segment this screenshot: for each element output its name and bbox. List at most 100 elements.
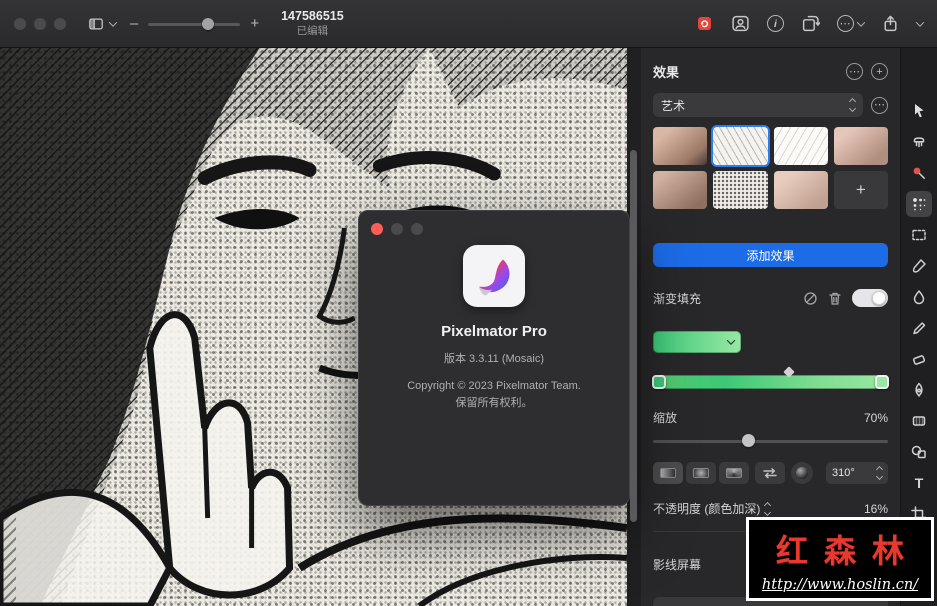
stepper-chevrons-icon[interactable]	[875, 465, 884, 481]
pixelmator-app-icon	[463, 245, 525, 307]
app-name: Pixelmator Pro	[441, 323, 547, 340]
canvas-edge-hatching	[0, 48, 16, 606]
zoom-slider-knob[interactable]	[201, 17, 214, 30]
scale-slider[interactable]	[653, 434, 888, 448]
color-proof-button[interactable]	[695, 14, 714, 33]
scale-slider-track	[653, 440, 888, 443]
effect-thumbnail[interactable]	[653, 127, 708, 165]
watermark-url: http://www.hoslin.cn/	[761, 576, 919, 593]
effects-options-button[interactable]: ⋯	[846, 63, 863, 80]
add-effect-tile[interactable]: +	[833, 171, 888, 209]
erase-tool[interactable]	[906, 346, 932, 372]
effect-thumbnail-selected[interactable]	[713, 127, 768, 165]
effects-panel-title: 效果	[653, 65, 680, 80]
rotate-canvas-icon	[802, 15, 820, 32]
document-title: 147586515	[281, 9, 344, 24]
retouch-tool[interactable]	[906, 129, 932, 155]
effects-add-button[interactable]: +	[871, 63, 888, 80]
effect-thumbnail[interactable]	[713, 171, 768, 209]
person-icon	[732, 15, 749, 32]
watermark-title: 红森林	[775, 532, 920, 569]
effect-thumbnail[interactable]	[773, 171, 828, 209]
chevron-down-icon	[856, 17, 866, 27]
canvas-rotate-button[interactable]	[801, 14, 820, 33]
radial-gradient-icon	[693, 468, 709, 478]
color-fill-tool[interactable]	[906, 284, 932, 310]
add-effect-button[interactable]: 添加效果	[653, 243, 888, 267]
sphere-icon	[796, 467, 808, 479]
dialog-zoom-button[interactable]	[411, 223, 423, 235]
dialog-window-controls	[371, 223, 423, 235]
move-tool[interactable]	[906, 98, 932, 124]
vertical-scrollbar[interactable]	[630, 150, 637, 522]
pencil-tool[interactable]	[906, 315, 932, 341]
radial-gradient-button[interactable]	[686, 462, 716, 484]
share-icon	[884, 15, 897, 32]
zoom-slider[interactable]	[148, 17, 241, 31]
more-options-button[interactable]: ⋯	[837, 15, 866, 32]
chevron-down-icon	[726, 336, 736, 345]
zoom-slider-track	[148, 22, 241, 26]
trash-icon[interactable]	[828, 291, 842, 306]
close-button[interactable]	[14, 17, 26, 30]
gradient-stop-right[interactable]	[875, 375, 889, 389]
gradient-editor-bar[interactable]	[652, 366, 889, 393]
toolbar-right-icons: i ⋯	[695, 14, 925, 33]
gradient-swatch-button[interactable]	[653, 331, 741, 353]
linear-gradient-button[interactable]	[653, 462, 683, 484]
scale-slider-knob[interactable]	[742, 434, 756, 447]
flip-gradient-button[interactable]	[755, 462, 785, 484]
rights-line: 保留所有权利。	[455, 397, 533, 410]
paint-tool[interactable]	[906, 253, 932, 279]
angle-gradient-button[interactable]	[719, 462, 749, 484]
document-title-block: 147586515 已编辑	[281, 9, 344, 38]
flip-arrows-icon	[763, 468, 777, 479]
info-icon: i	[774, 17, 777, 30]
gradient-sphere-button[interactable]	[791, 462, 813, 484]
about-dialog-body: Pixelmator Pro 版本 3.3.11 (Mosaic) Copyri…	[359, 211, 629, 412]
shape-tool[interactable]	[906, 439, 932, 465]
shading-screen-title: 影线屏幕	[653, 558, 702, 572]
gradient-bar[interactable]	[653, 375, 888, 389]
opacity-label: 不透明度 (颜色加深)	[653, 502, 761, 516]
pixelmator-window: – + 147586515 已编辑 i ⋯ Pixelmator Pro 版本 …	[0, 0, 937, 606]
gradient-tool[interactable]	[906, 408, 932, 434]
info-button[interactable]: i	[767, 15, 784, 32]
dialog-close-button[interactable]	[371, 223, 383, 235]
gradient-fill-toggle[interactable]	[852, 289, 888, 307]
opacity-popup-chevrons[interactable]	[764, 501, 772, 516]
select-tool[interactable]	[906, 222, 932, 248]
category-more-button[interactable]: ⋯	[871, 96, 888, 114]
angle-stepper[interactable]: 310°	[826, 462, 888, 484]
proof-icon	[698, 17, 711, 30]
angle-value[interactable]: 310°	[832, 467, 871, 479]
color-adjust-tool[interactable]	[906, 160, 932, 186]
zoom-out-button[interactable]: –	[130, 15, 138, 32]
copyright-line: Copyright © 2023 Pixelmator Team.	[407, 380, 581, 392]
dialog-minimize-button[interactable]	[391, 223, 403, 235]
share-button[interactable]	[881, 14, 900, 33]
toolbar-overflow-chevron[interactable]	[915, 17, 925, 27]
zoom-in-button[interactable]: +	[250, 15, 259, 32]
minimize-button[interactable]	[34, 17, 46, 30]
sidebar-toggle-button[interactable]	[86, 16, 118, 32]
gradient-stop-left[interactable]	[652, 375, 666, 389]
effect-thumbnail[interactable]	[833, 127, 888, 165]
dropdown-chevrons-icon	[848, 97, 857, 113]
toggle-knob	[872, 291, 886, 305]
pen-tool[interactable]	[906, 377, 932, 403]
gradient-type-buttons	[653, 462, 749, 484]
effect-thumbnail[interactable]	[653, 171, 708, 209]
contacts-button[interactable]	[731, 14, 750, 33]
type-tool[interactable]: T	[906, 470, 932, 496]
window-controls	[14, 17, 66, 30]
disable-effect-icon[interactable]	[803, 291, 818, 306]
effect-thumbnail[interactable]	[773, 127, 828, 165]
effects-tool-selected[interactable]	[906, 191, 932, 217]
copyright-text: Copyright © 2023 Pixelmator Team. 保留所有权利…	[407, 378, 581, 412]
zoom-window-button[interactable]	[54, 17, 66, 30]
about-dialog: Pixelmator Pro 版本 3.3.11 (Mosaic) Copyri…	[358, 210, 630, 506]
effect-category-dropdown[interactable]: 艺术	[653, 93, 863, 117]
zoom-control: – +	[130, 15, 259, 32]
ellipsis-icon: ⋯	[837, 15, 854, 32]
